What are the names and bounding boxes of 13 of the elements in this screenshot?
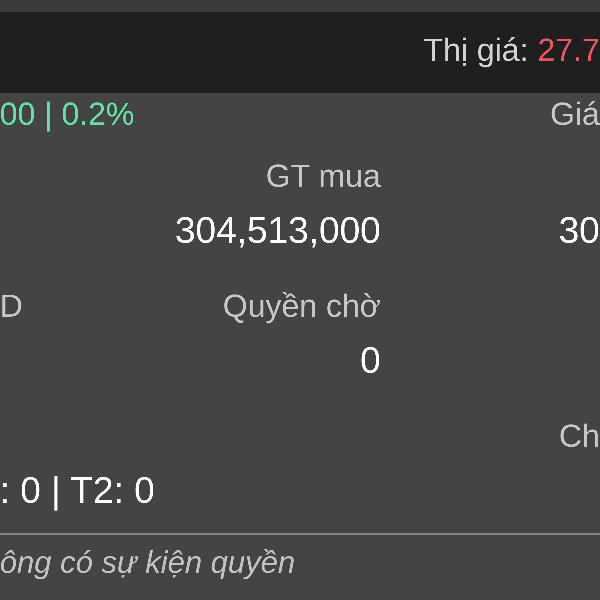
field-value: : 0 | T2: 0 xyxy=(0,470,155,512)
field-label: Ch xyxy=(559,418,600,454)
field-label: Quyền chờ xyxy=(223,288,381,324)
field-value: 30 xyxy=(558,210,600,252)
price-change: 00 | 0.2% xyxy=(0,96,135,132)
market-price-value: 27.7 xyxy=(538,32,600,69)
market-price-label: Thị giá: xyxy=(424,32,529,69)
field-label: GT mua xyxy=(266,158,381,194)
field-value: 0 xyxy=(360,340,381,382)
field-label: Giá xyxy=(550,96,600,132)
rights-event-note: ông có sự kiện quyền xyxy=(0,545,296,581)
field-label: D xyxy=(0,288,24,324)
field-value: 304,513,000 xyxy=(175,210,381,252)
